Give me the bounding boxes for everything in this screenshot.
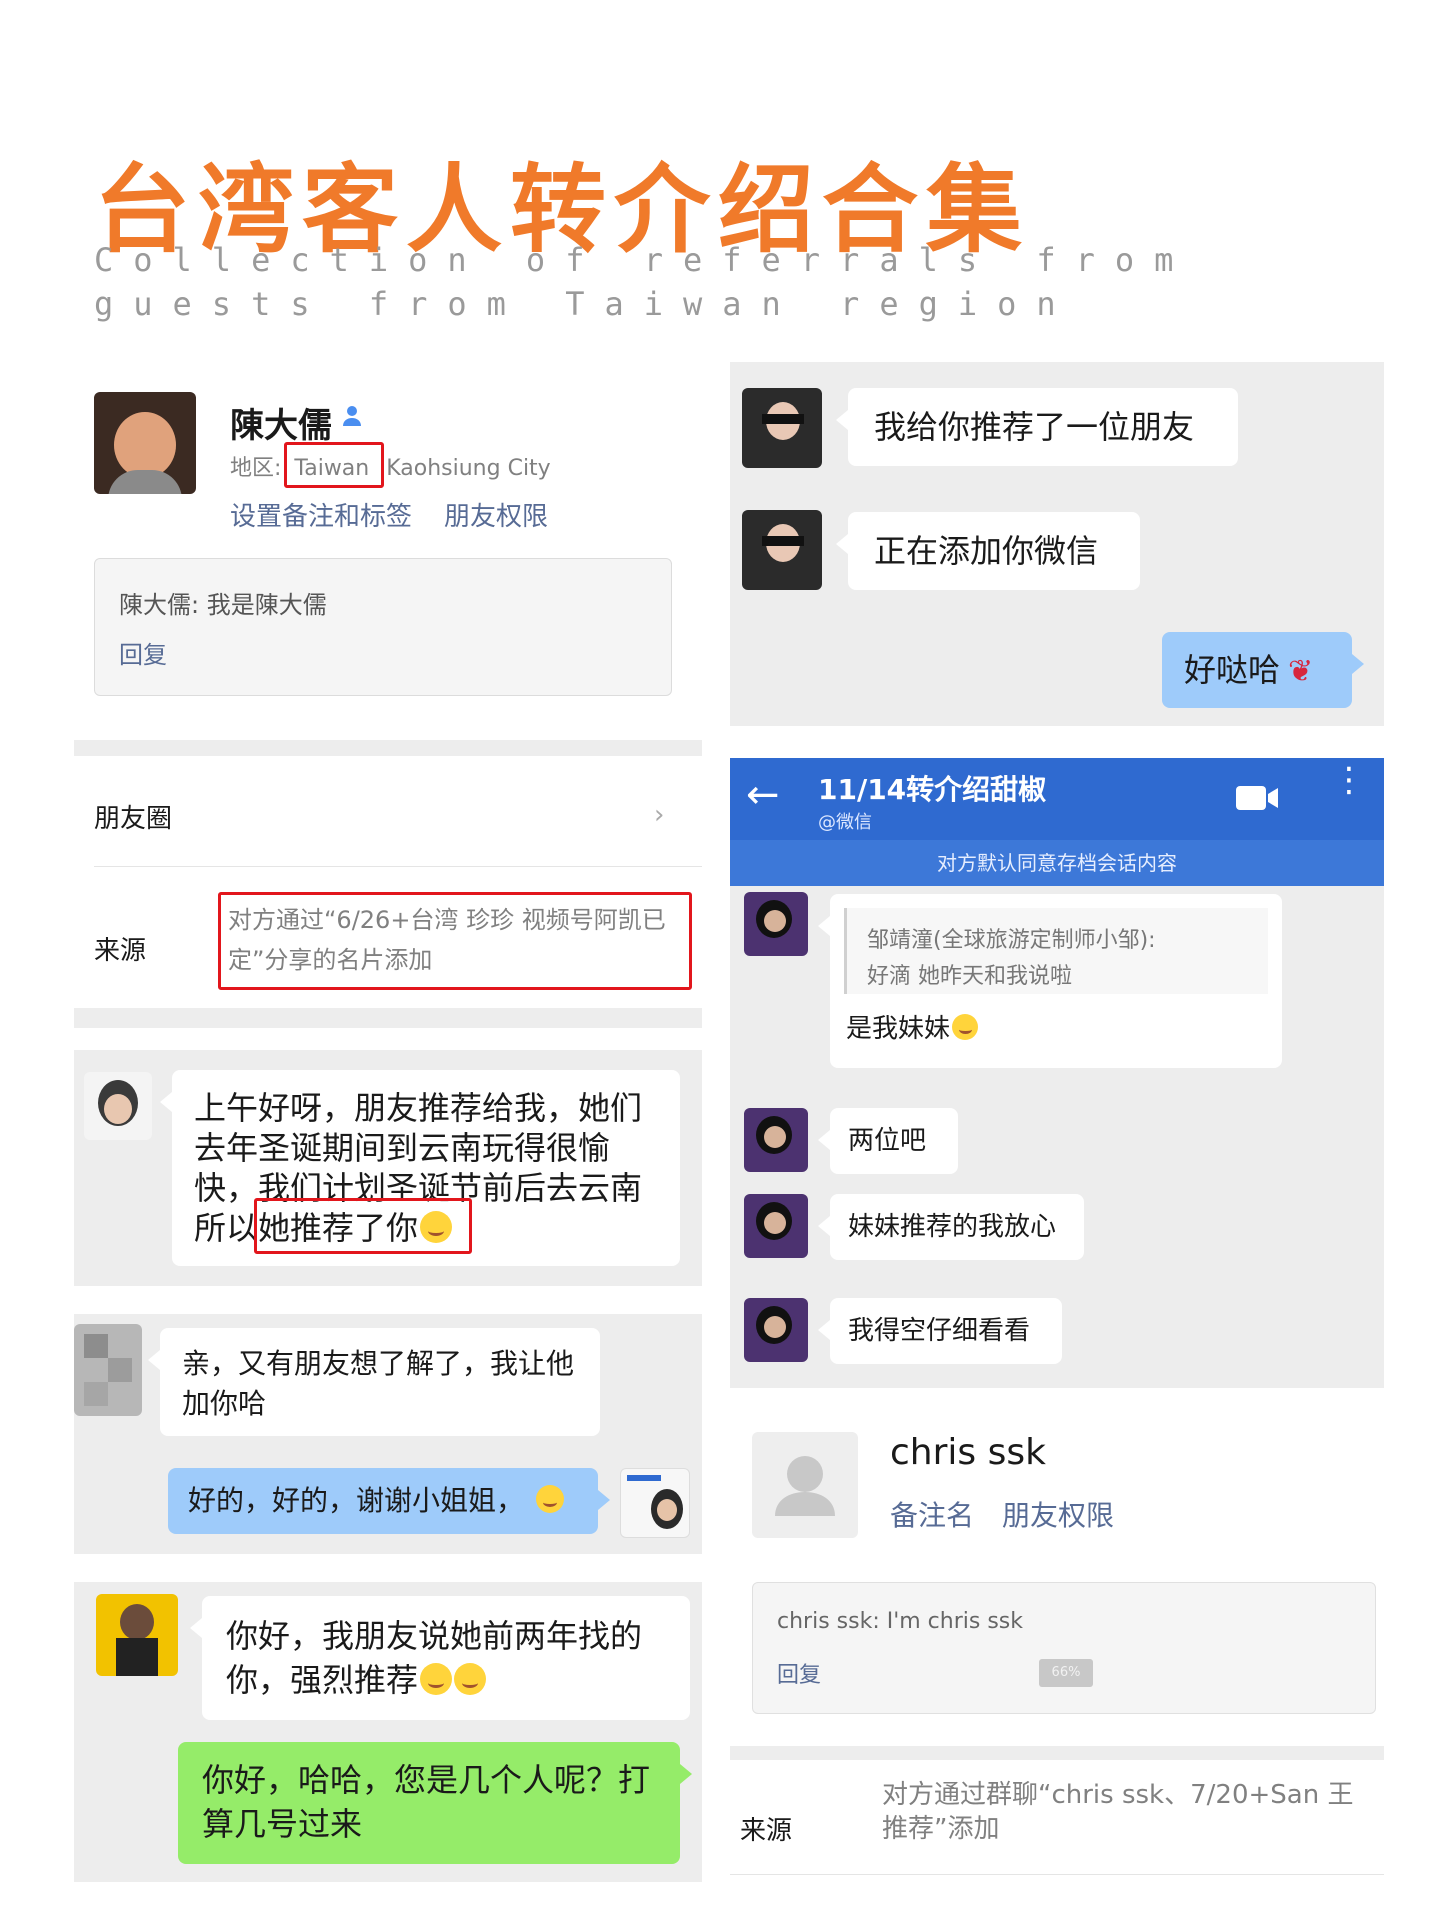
avatar[interactable] [742,510,822,590]
section-gap [74,1008,702,1028]
progress-badge: 66% [1039,1659,1093,1687]
chat-b: 亲，又有朋友想了解了，我让他加你哈 好的，好的，谢谢小姐姐， [74,1314,702,1554]
contact-name: chris ssk [890,1432,1046,1473]
message-bubble-outgoing: 好哒哈 ❦ [1162,632,1364,708]
chat-a: 上午好呀，朋友推荐给我，她们去年圣诞期间到云南玩得很愉快，我们计划圣诞节前后去云… [74,1050,702,1286]
greeting-card: chris ssk: I'm chris ssk 回复 66% [752,1582,1376,1714]
quote-message-bubble: 邹靖潼(全球旅游定制师小邹): 好滴 她昨天和我说啦 是我妹妹 [818,894,1282,1068]
message-text: 妹妹推荐的我放心 [848,1212,1057,1242]
more-icon[interactable]: ⋮ [1332,763,1366,797]
message-bubble-outgoing: 好的，好的，谢谢小姐姐， [168,1468,610,1534]
chevron-right-icon: › [654,800,665,830]
message-text: 我给你推荐了一位朋友 [874,408,1195,446]
set-remark-link[interactable]: 设置备注和标签 [230,496,412,533]
message-text: 正在添加你微信 [874,532,1099,570]
avatar[interactable] [744,1194,808,1258]
source-label: 来源 [740,1816,793,1846]
person-icon [340,404,364,428]
avatar-placeholder[interactable] [752,1432,858,1538]
friend-permission-link[interactable]: 朋友权限 [444,496,548,533]
highlight-box [218,892,692,990]
message-text: 你好，哈哈，您是几个人呢？打算几号过来 [202,1761,651,1843]
grin-emoji-icon [536,1485,565,1514]
region-label: 地区: [230,456,282,481]
message-bubble: 我给你推荐了一位朋友 [836,388,1238,466]
message-text: 好的，好的，谢谢小姐姐， [188,1484,525,1517]
avatar[interactable] [742,388,822,468]
message-bubble: 正在添加你微信 [836,512,1140,590]
message-bubble: 妹妹推荐的我放心 [818,1194,1084,1260]
message-bubble-outgoing: 你好，哈哈，您是几个人呢？打算几号过来 [178,1742,692,1864]
avatar[interactable] [744,892,808,956]
message-text: 是我妹妹 [846,1014,951,1044]
quote-block: 邹靖潼(全球旅游定制师小邹): 好滴 她昨天和我说啦 [844,908,1268,994]
rose-icon: ❦ [1288,654,1314,689]
message-bubble: 你好，我朋友说她前两年找的你，强烈推荐 [190,1596,690,1720]
archive-notice: 对方默认同意存档会话内容 [730,840,1384,886]
contact-name: 陳大儒 [230,406,332,446]
section-gap [74,740,702,756]
source-text: 对方通过群聊“chris ssk、7/20+San 王推荐”添加 [882,1780,1354,1844]
avatar[interactable] [744,1298,808,1362]
avatar[interactable] [620,1468,690,1538]
moments-label: 朋友圈 [94,804,173,834]
region-city: Kaohsiung City [386,456,551,481]
page-subtitle: Collection of referrals from guests from… [94,241,1194,323]
chat-c: 你好，我朋友说她前两年找的你，强烈推荐 你好，哈哈，您是几个人呢？打算几号过来 [74,1582,702,1882]
section-gap [730,1746,1384,1760]
archive-notice-text: 对方默认同意存档会话内容 [937,851,1177,875]
chat-subtitle: @微信 [818,812,872,833]
avatar[interactable] [94,392,196,494]
smile-emoji-icon [420,1662,453,1695]
remark-link[interactable]: 备注名 [890,1494,974,1534]
avatar[interactable] [96,1594,178,1676]
message-text: 好哒哈 [1184,651,1281,689]
reply-link[interactable]: 回复 [777,1657,821,1689]
moments-row[interactable]: 朋友圈 › [74,756,702,866]
highlight-box [254,1198,472,1254]
highlight-box [284,442,384,488]
message-text: 我得空仔细看看 [848,1316,1031,1346]
avatar[interactable] [84,1072,152,1140]
message-bubble: 亲，又有朋友想了解了，我让他加你哈 [148,1328,600,1436]
message-bubble: 我得空仔细看看 [818,1298,1062,1364]
greeting-text: chris ssk: I'm chris ssk [777,1609,1023,1634]
avatar[interactable] [744,1108,808,1172]
profile-card-1: 陳大儒 地区: Taiwan Kaohsiung City 设置备注和标签 朋友… [74,378,702,1028]
video-call-icon[interactable] [1236,784,1278,812]
greeting-text: 陳大儒: 我是陳大儒 [119,591,327,619]
back-arrow-icon[interactable]: ← [746,772,780,818]
chat-d: 我给你推荐了一位朋友 正在添加你微信 好哒哈 ❦ [730,362,1384,726]
message-bubble: 两位吧 [818,1108,958,1174]
chat-header: ← 11/14转介绍甜椒 @微信 ⋮ [730,758,1384,840]
greeting-card: 陳大儒: 我是陳大儒 回复 [94,558,672,696]
reply-link[interactable]: 回复 [119,635,167,670]
grin-emoji-icon [952,1014,979,1041]
chat-e: ← 11/14转介绍甜椒 @微信 ⋮ 对方默认同意存档会话内容 邹靖潼(全球旅游… [730,758,1384,1388]
quote-text: 好滴 她昨天和我说啦 [867,964,1072,989]
avatar[interactable] [74,1324,142,1416]
source-label: 来源 [94,936,147,966]
chat-title: 11/14转介绍甜椒 [818,773,1047,806]
quote-author: 邹靖潼(全球旅游定制师小邹): [867,928,1156,953]
message-text: 两位吧 [848,1126,927,1156]
friend-permission-link[interactable]: 朋友权限 [1002,1494,1114,1534]
message-text: 亲，又有朋友想了解了，我让他加你哈 [182,1347,575,1420]
smile-emoji-icon [454,1662,487,1695]
profile-card-2: chris ssk 备注名 朋友权限 chris ssk: I'm chris … [730,1398,1384,1890]
